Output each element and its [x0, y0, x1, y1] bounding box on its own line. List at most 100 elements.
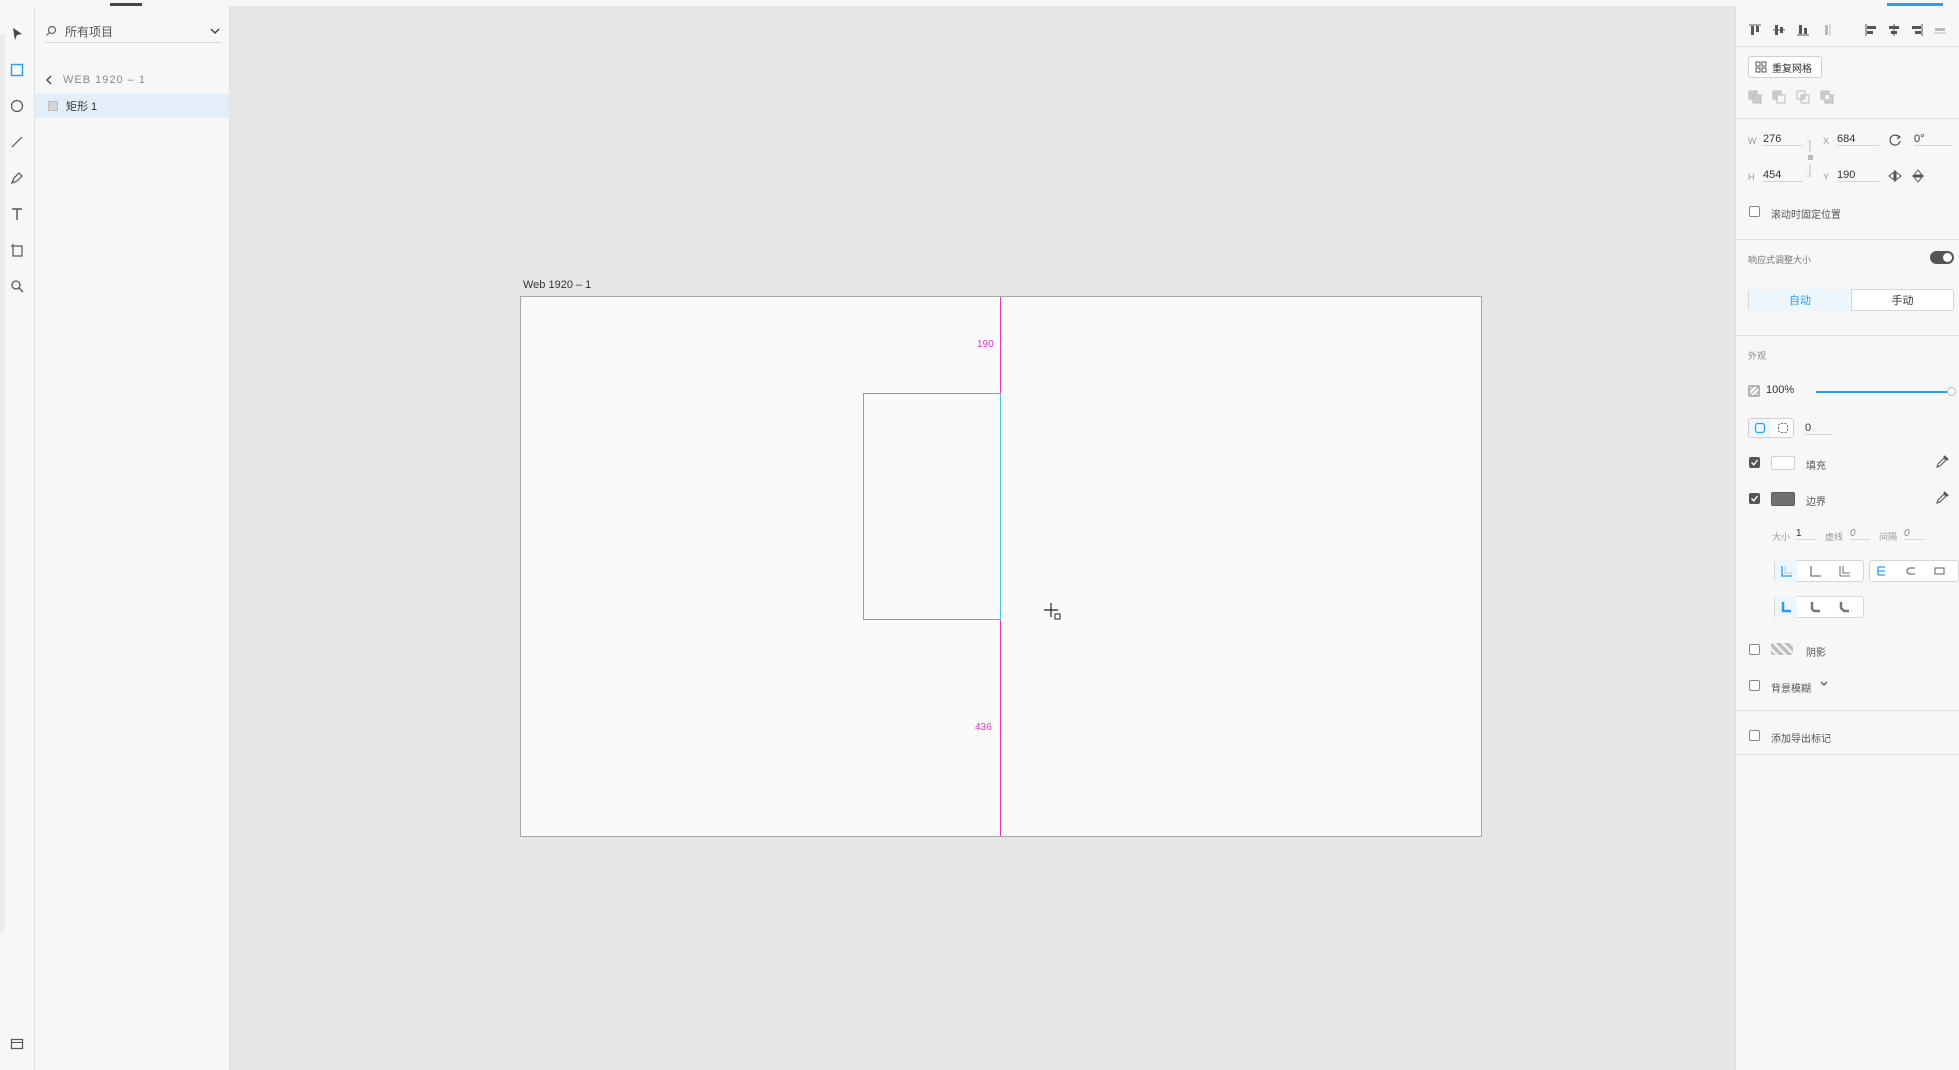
search-icon: [45, 25, 57, 37]
gap-label: 间隔: [1879, 532, 1898, 542]
align-bottom-icon[interactable]: [1792, 19, 1814, 41]
lock-aspect-icon[interactable]: [1806, 140, 1816, 178]
shadow-checkbox[interactable]: [1749, 644, 1760, 655]
opacity-slider[interactable]: [1816, 387, 1956, 396]
auto-button[interactable]: 自动: [1749, 289, 1852, 311]
select-tool-icon[interactable]: [5, 22, 29, 46]
x-field[interactable]: 684: [1837, 133, 1879, 146]
join-bevel-icon[interactable]: [1833, 596, 1855, 618]
align-center-icon[interactable]: [1883, 19, 1905, 41]
border-color-swatch[interactable]: [1771, 492, 1795, 506]
rotate-icon: [1888, 133, 1902, 147]
distance-top-label: 190: [977, 339, 994, 350]
per-corner-icon[interactable]: [1772, 419, 1793, 437]
shadow-swatch[interactable]: [1771, 643, 1793, 655]
export-mark-label: 添加导出标记: [1771, 734, 1831, 745]
distance-guide-top: [1000, 297, 1001, 393]
border-checkbox[interactable]: [1749, 493, 1760, 504]
layer-name: 矩形 1: [66, 101, 98, 113]
background-blur-checkbox[interactable]: [1749, 680, 1760, 691]
border-eyedropper-icon[interactable]: [1935, 491, 1949, 505]
shadow-label: 阴影: [1806, 648, 1826, 659]
align-middle-icon[interactable]: [1768, 19, 1790, 41]
edge-snap-guide: [1000, 393, 1001, 620]
corner-radius-field[interactable]: 0: [1805, 422, 1833, 435]
uniform-corner-icon[interactable]: [1749, 419, 1771, 437]
chevron-left-icon[interactable]: [45, 75, 53, 85]
boolean-intersect-icon[interactable]: [1792, 86, 1814, 108]
text-tool-icon[interactable]: [5, 202, 29, 226]
y-field[interactable]: 190: [1837, 169, 1879, 182]
stroke-center-icon[interactable]: [1804, 560, 1826, 582]
boolean-subtract-icon[interactable]: [1768, 86, 1790, 108]
cap-butt-icon[interactable]: [1870, 560, 1892, 582]
chevron-down-icon[interactable]: [209, 25, 221, 37]
layer-search[interactable]: 所有项目: [45, 20, 221, 43]
join-miter-icon[interactable]: [1775, 596, 1797, 618]
cap-round-icon[interactable]: [1899, 560, 1921, 582]
distribute-vertical-icon[interactable]: [1816, 19, 1838, 41]
opacity-value[interactable]: 100%: [1766, 384, 1794, 396]
fix-on-scroll-label: 滚动时固定位置: [1771, 210, 1841, 221]
responsive-resize-label: 响应式调整大小: [1748, 255, 1812, 265]
layer-item[interactable]: 矩形 1: [35, 94, 229, 118]
rectangle-tool-icon[interactable]: [5, 58, 29, 82]
breadcrumb-label: WEB 1920 – 1: [63, 74, 146, 86]
opacity-slider-handle[interactable]: [1947, 387, 1956, 396]
repeat-grid-button[interactable]: 重复网格: [1748, 56, 1822, 78]
artboard[interactable]: [520, 296, 1482, 837]
align-right-icon[interactable]: [1906, 19, 1928, 41]
border-label: 边界: [1806, 497, 1826, 508]
repeat-grid-label: 重复网格: [1772, 63, 1812, 75]
fill-color-swatch[interactable]: [1771, 456, 1795, 470]
align-left-icon[interactable]: [1860, 19, 1882, 41]
layers-toggle-icon[interactable]: [5, 1032, 29, 1056]
tool-bar: [0, 6, 35, 1070]
background-blur-label: 背景模糊: [1771, 684, 1811, 695]
grid-icon: [1755, 61, 1767, 73]
cap-square-icon[interactable]: [1928, 560, 1950, 582]
stroke-inner-icon[interactable]: [1775, 560, 1797, 582]
search-filter-label: 所有项目: [65, 24, 114, 39]
flip-horizontal-icon[interactable]: [1888, 169, 1902, 183]
crosshair-cursor-icon: [1043, 602, 1063, 622]
rotation-field[interactable]: 0°: [1914, 133, 1952, 146]
chevron-down-icon[interactable]: [1819, 679, 1829, 689]
properties-panel: 重复网格 W 276 H 454 X 684 Y 190 0° 滚动时固定位置 …: [1735, 6, 1959, 1070]
x-label: X: [1823, 136, 1830, 146]
appearance-heading: 外观: [1748, 351, 1767, 361]
join-round-icon[interactable]: [1804, 596, 1826, 618]
stroke-size-field[interactable]: 1: [1796, 528, 1816, 540]
dash-label: 虚线: [1825, 532, 1844, 542]
stroke-outer-icon[interactable]: [1833, 560, 1855, 582]
ellipse-tool-icon[interactable]: [5, 94, 29, 118]
boolean-add-icon[interactable]: [1744, 86, 1766, 108]
flip-vertical-icon[interactable]: [1911, 169, 1925, 183]
distance-guide-bottom: [1000, 620, 1001, 836]
fill-checkbox[interactable]: [1749, 457, 1760, 468]
fix-on-scroll-checkbox[interactable]: [1749, 206, 1760, 217]
width-field[interactable]: 276: [1763, 133, 1803, 146]
gap-field[interactable]: 0: [1904, 528, 1924, 540]
top-bar: [0, 0, 1959, 7]
distribute-horizontal-icon[interactable]: [1929, 19, 1951, 41]
responsive-toggle[interactable]: [1930, 251, 1954, 264]
width-label: W: [1748, 136, 1757, 146]
height-field[interactable]: 454: [1763, 169, 1803, 182]
eyedropper-icon[interactable]: [1935, 455, 1949, 469]
distance-bottom-label: 436: [975, 722, 992, 733]
align-top-icon[interactable]: [1744, 19, 1766, 41]
breadcrumb[interactable]: WEB 1920 – 1: [45, 72, 146, 88]
artboard-tool-icon[interactable]: [5, 238, 29, 262]
dash-field[interactable]: 0: [1850, 528, 1870, 540]
stroke-size-label: 大小: [1772, 532, 1791, 542]
opacity-slider-fill: [1816, 391, 1952, 393]
boolean-exclude-icon[interactable]: [1816, 86, 1838, 108]
artboard-title[interactable]: Web 1920 – 1: [523, 279, 591, 291]
line-tool-icon[interactable]: [5, 130, 29, 154]
zoom-tool-icon[interactable]: [5, 274, 29, 298]
selected-rectangle[interactable]: [863, 393, 1001, 620]
pen-tool-icon[interactable]: [5, 166, 29, 190]
export-mark-checkbox[interactable]: [1749, 730, 1760, 741]
manual-button[interactable]: 手动: [1852, 289, 1953, 311]
